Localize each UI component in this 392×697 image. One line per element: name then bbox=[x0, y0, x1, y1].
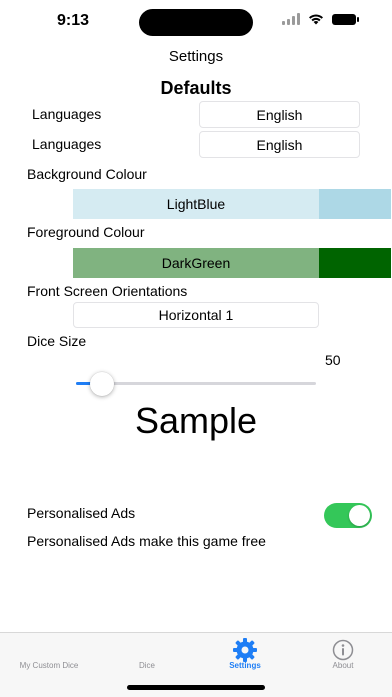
foreground-colour-label: Foreground Colour bbox=[27, 224, 145, 240]
dice-size-slider-thumb[interactable] bbox=[90, 372, 114, 396]
tab-label: Dice bbox=[138, 661, 155, 670]
section-title: Defaults bbox=[160, 78, 232, 98]
sample-text: Sample bbox=[134, 400, 258, 441]
dynamic-island bbox=[139, 9, 253, 36]
orientation-picker[interactable]: Horizontal 1 bbox=[73, 302, 319, 328]
languages-label-2: Languages bbox=[32, 136, 102, 152]
status-icons bbox=[282, 13, 359, 25]
language-picker-2[interactable]: English bbox=[199, 131, 360, 158]
tab-label: My Custom Dice bbox=[19, 661, 79, 670]
tab-about[interactable]: About bbox=[294, 633, 392, 683]
orientation-label: Front Screen Orientations bbox=[27, 283, 188, 299]
background-colour-label: Background Colour bbox=[27, 166, 147, 182]
personalised-ads-label: Personalised Ads bbox=[27, 505, 136, 521]
info-icon bbox=[332, 639, 354, 661]
signal-icon bbox=[282, 13, 300, 25]
wifi-icon bbox=[309, 14, 323, 25]
nav-title: Settings bbox=[168, 48, 224, 65]
tab-label: Settings bbox=[229, 661, 261, 670]
background-colour-value: LightBlue bbox=[73, 189, 319, 219]
languages-label: Languages bbox=[32, 106, 102, 122]
background-colour-swatch bbox=[319, 189, 391, 219]
tab-dice[interactable]: Dice bbox=[98, 633, 196, 683]
dice-size-label: Dice Size bbox=[27, 333, 87, 349]
home-indicator bbox=[127, 685, 265, 690]
personalised-ads-note: Personalised Ads make this game free bbox=[27, 533, 266, 549]
language-picker-1[interactable]: English bbox=[199, 101, 360, 128]
tab-my-custom-dice[interactable]: My Custom Dice bbox=[0, 633, 98, 683]
background-colour-picker[interactable]: LightBlue bbox=[73, 189, 391, 219]
status-time: 9:13 bbox=[57, 12, 90, 29]
foreground-colour-swatch bbox=[319, 248, 391, 278]
dice-size-value: 50 bbox=[325, 352, 341, 368]
foreground-colour-value: DarkGreen bbox=[73, 248, 319, 278]
tab-label: About bbox=[332, 661, 354, 670]
battery-icon bbox=[332, 13, 359, 25]
gear-icon bbox=[233, 638, 257, 662]
toggle-knob bbox=[349, 505, 370, 526]
tab-settings[interactable]: Settings bbox=[196, 633, 294, 683]
personalised-ads-toggle[interactable] bbox=[324, 503, 372, 528]
foreground-colour-picker[interactable]: DarkGreen bbox=[73, 248, 391, 278]
